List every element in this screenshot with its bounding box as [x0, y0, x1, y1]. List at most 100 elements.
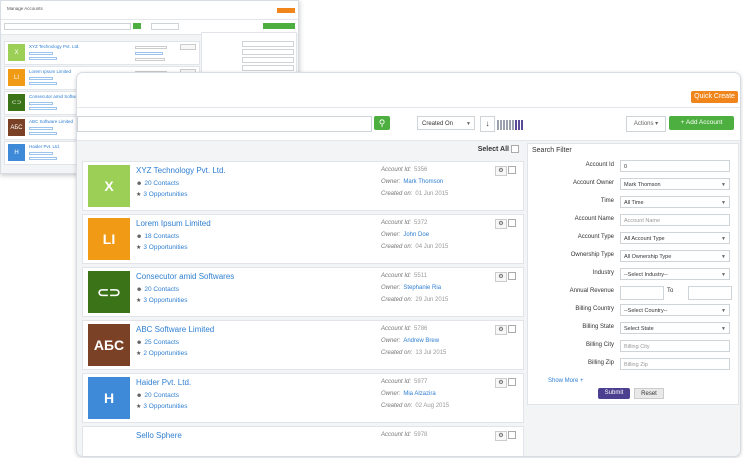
- gear-icon[interactable]: ⚙: [495, 272, 507, 282]
- account-id-row: Account Id: 5786: [381, 326, 427, 332]
- card-checkbox[interactable]: [508, 325, 516, 333]
- contacts-link[interactable]: ☻ 18 Contacts: [136, 233, 179, 240]
- search-button[interactable]: ⚲: [374, 116, 390, 130]
- owner-link[interactable]: Mia Alzazira: [403, 391, 435, 397]
- owner-link[interactable]: Stephanie Ria: [403, 285, 441, 291]
- owner-link[interactable]: Mark Thomson: [403, 179, 443, 185]
- gear-icon[interactable]: ⚙: [495, 325, 507, 335]
- select-all-checkbox[interactable]: [511, 145, 519, 153]
- filter-select[interactable]: --Select Country-- ▼: [620, 304, 730, 316]
- small-account-name[interactable]: ABC Software Limited: [29, 119, 73, 124]
- account-id-value: 5372: [414, 220, 428, 226]
- top-bar: Quick Create: [77, 73, 740, 108]
- small-filter-input[interactable]: [242, 57, 294, 63]
- account-name-link[interactable]: Sello Sphere: [136, 431, 182, 440]
- contacts-link[interactable]: ☻ 20 Contacts: [136, 392, 179, 399]
- contacts-count: 20 Contacts: [144, 180, 180, 187]
- contacts-icon: ☻: [136, 234, 143, 240]
- account-card[interactable]: Sello Sphere Account Id: 5978 ⚙: [82, 426, 524, 456]
- chevron-down-icon: ▼: [721, 236, 726, 242]
- contacts-link[interactable]: ☻ 25 Contacts: [136, 339, 179, 346]
- small-search-input[interactable]: [4, 23, 131, 30]
- select-all[interactable]: Select All: [478, 145, 519, 153]
- small-sort-select[interactable]: [151, 23, 179, 30]
- opportunities-link[interactable]: ★ 2 Opportunities: [136, 350, 187, 357]
- account-name-link[interactable]: Haider Pvt. Ltd.: [136, 378, 191, 387]
- gear-icon[interactable]: ⚙: [495, 378, 507, 388]
- filter-input[interactable]: Account Name: [620, 214, 730, 226]
- opportunities-link[interactable]: ★ 3 Opportunities: [136, 403, 187, 410]
- filter-label: Billing Zip: [587, 360, 614, 366]
- small-add-account-button[interactable]: [263, 23, 295, 29]
- card-checkbox[interactable]: [508, 166, 516, 174]
- filter-label: Billing Country: [575, 306, 614, 312]
- account-card[interactable]: ΑƂC ABC Software Limited ☻ 25 Contacts ★ 2 Op…: [82, 320, 524, 370]
- opportunities-link[interactable]: ★ 3 Opportunities: [136, 297, 187, 304]
- opportunities-link[interactable]: ★ 3 Opportunities: [136, 191, 187, 198]
- small-filter-input[interactable]: [242, 65, 294, 71]
- account-name-link[interactable]: ABC Software Limited: [136, 325, 214, 334]
- submit-button[interactable]: Submit: [598, 388, 630, 399]
- actions-dropdown[interactable]: Actions ▾: [626, 116, 666, 132]
- card-checkbox[interactable]: [508, 219, 516, 227]
- grid-view-icon[interactable]: [506, 120, 514, 130]
- small-filter-input[interactable]: [242, 41, 294, 47]
- filter-select[interactable]: All Account Type ▼: [620, 232, 730, 244]
- account-card[interactable]: H Haider Pvt. Ltd. ☻ 20 Contacts ★ 3 Opportun…: [82, 373, 524, 423]
- small-filter-input[interactable]: [242, 49, 294, 55]
- small-quick-create-button[interactable]: [277, 8, 295, 13]
- card-checkbox[interactable]: [508, 272, 516, 280]
- small-search-button[interactable]: [133, 23, 141, 29]
- created-on-row: Created on: 04 Jun 2015: [381, 244, 448, 250]
- filter-value: Billing City: [624, 344, 650, 350]
- card-checkbox[interactable]: [508, 431, 516, 439]
- search-input[interactable]: [77, 116, 372, 132]
- small-account-name[interactable]: Haider Pvt. Ltd.: [29, 144, 60, 149]
- contacts-link[interactable]: ☻ 20 Contacts: [136, 286, 179, 293]
- add-account-button[interactable]: + Add Account: [669, 116, 734, 130]
- list-view-icon[interactable]: [497, 120, 505, 130]
- small-gear-icon[interactable]: [180, 44, 196, 50]
- account-card[interactable]: X XYZ Technology Pvt. Ltd. ☻ 20 Contacts ★ 3 …: [82, 161, 524, 211]
- filter-input[interactable]: 0: [620, 160, 730, 172]
- contacts-link[interactable]: ☻ 20 Contacts: [136, 180, 179, 187]
- gear-icon[interactable]: ⚙: [495, 431, 507, 441]
- gear-icon[interactable]: ⚙: [495, 166, 507, 176]
- card-view-icon[interactable]: [515, 120, 523, 130]
- show-more-link[interactable]: Show More +: [548, 378, 584, 384]
- small-account-card[interactable]: X XYZ Technology Pvt. Ltd.: [4, 41, 200, 65]
- filter-input[interactable]: Billing Zip: [620, 358, 730, 370]
- account-logo: H: [88, 377, 130, 419]
- filter-select[interactable]: --Select Industry-- ▼: [620, 268, 730, 280]
- account-card[interactable]: LI Lorem Ipsum Limited ☻ 18 Contacts ★ 3 Oppo…: [82, 214, 524, 264]
- account-name-link[interactable]: XYZ Technology Pvt. Ltd.: [136, 166, 226, 175]
- filter-select[interactable]: All Time ▼: [620, 196, 730, 208]
- created-on-label: Created on:: [381, 297, 413, 303]
- filter-input[interactable]: Billing City: [620, 340, 730, 352]
- account-card[interactable]: ⊂⊃ Consecutor amid Softwares ☻ 20 Contacts ★…: [82, 267, 524, 317]
- filter-select[interactable]: Select State ▼: [620, 322, 730, 334]
- owner-row: Owner: Mark Thomson: [381, 179, 443, 185]
- filter-row: Ownership Type All Ownership Type ▼: [528, 250, 738, 263]
- reset-button[interactable]: Reset: [634, 388, 664, 399]
- account-id-label: Account Id:: [381, 432, 412, 438]
- sort-select[interactable]: Created On ▼: [417, 116, 475, 130]
- owner-link[interactable]: Andrew Brew: [403, 338, 439, 344]
- filter-select[interactable]: Mark Thomson ▼: [620, 178, 730, 190]
- card-tools: ⚙: [495, 325, 519, 335]
- small-account-name[interactable]: XYZ Technology Pvt. Ltd.: [29, 44, 79, 49]
- card-checkbox[interactable]: [508, 378, 516, 386]
- small-account-name[interactable]: Lorem Ipsum Limited: [29, 69, 71, 74]
- small-line: [29, 57, 57, 60]
- gear-icon[interactable]: ⚙: [495, 219, 507, 229]
- revenue-to-input[interactable]: [688, 286, 732, 300]
- owner-link[interactable]: John Doe: [403, 232, 429, 238]
- revenue-from-input[interactable]: [620, 286, 664, 300]
- sort-direction-button[interactable]: ↓: [480, 116, 495, 132]
- quick-create-button[interactable]: Quick Create: [691, 91, 738, 103]
- filter-select[interactable]: All Ownership Type ▼: [620, 250, 730, 262]
- account-name-link[interactable]: Consecutor amid Softwares: [136, 272, 234, 281]
- account-name-link[interactable]: Lorem Ipsum Limited: [136, 219, 211, 228]
- filter-value: --Select Country--: [624, 308, 668, 314]
- opportunities-link[interactable]: ★ 3 Opportunities: [136, 244, 187, 251]
